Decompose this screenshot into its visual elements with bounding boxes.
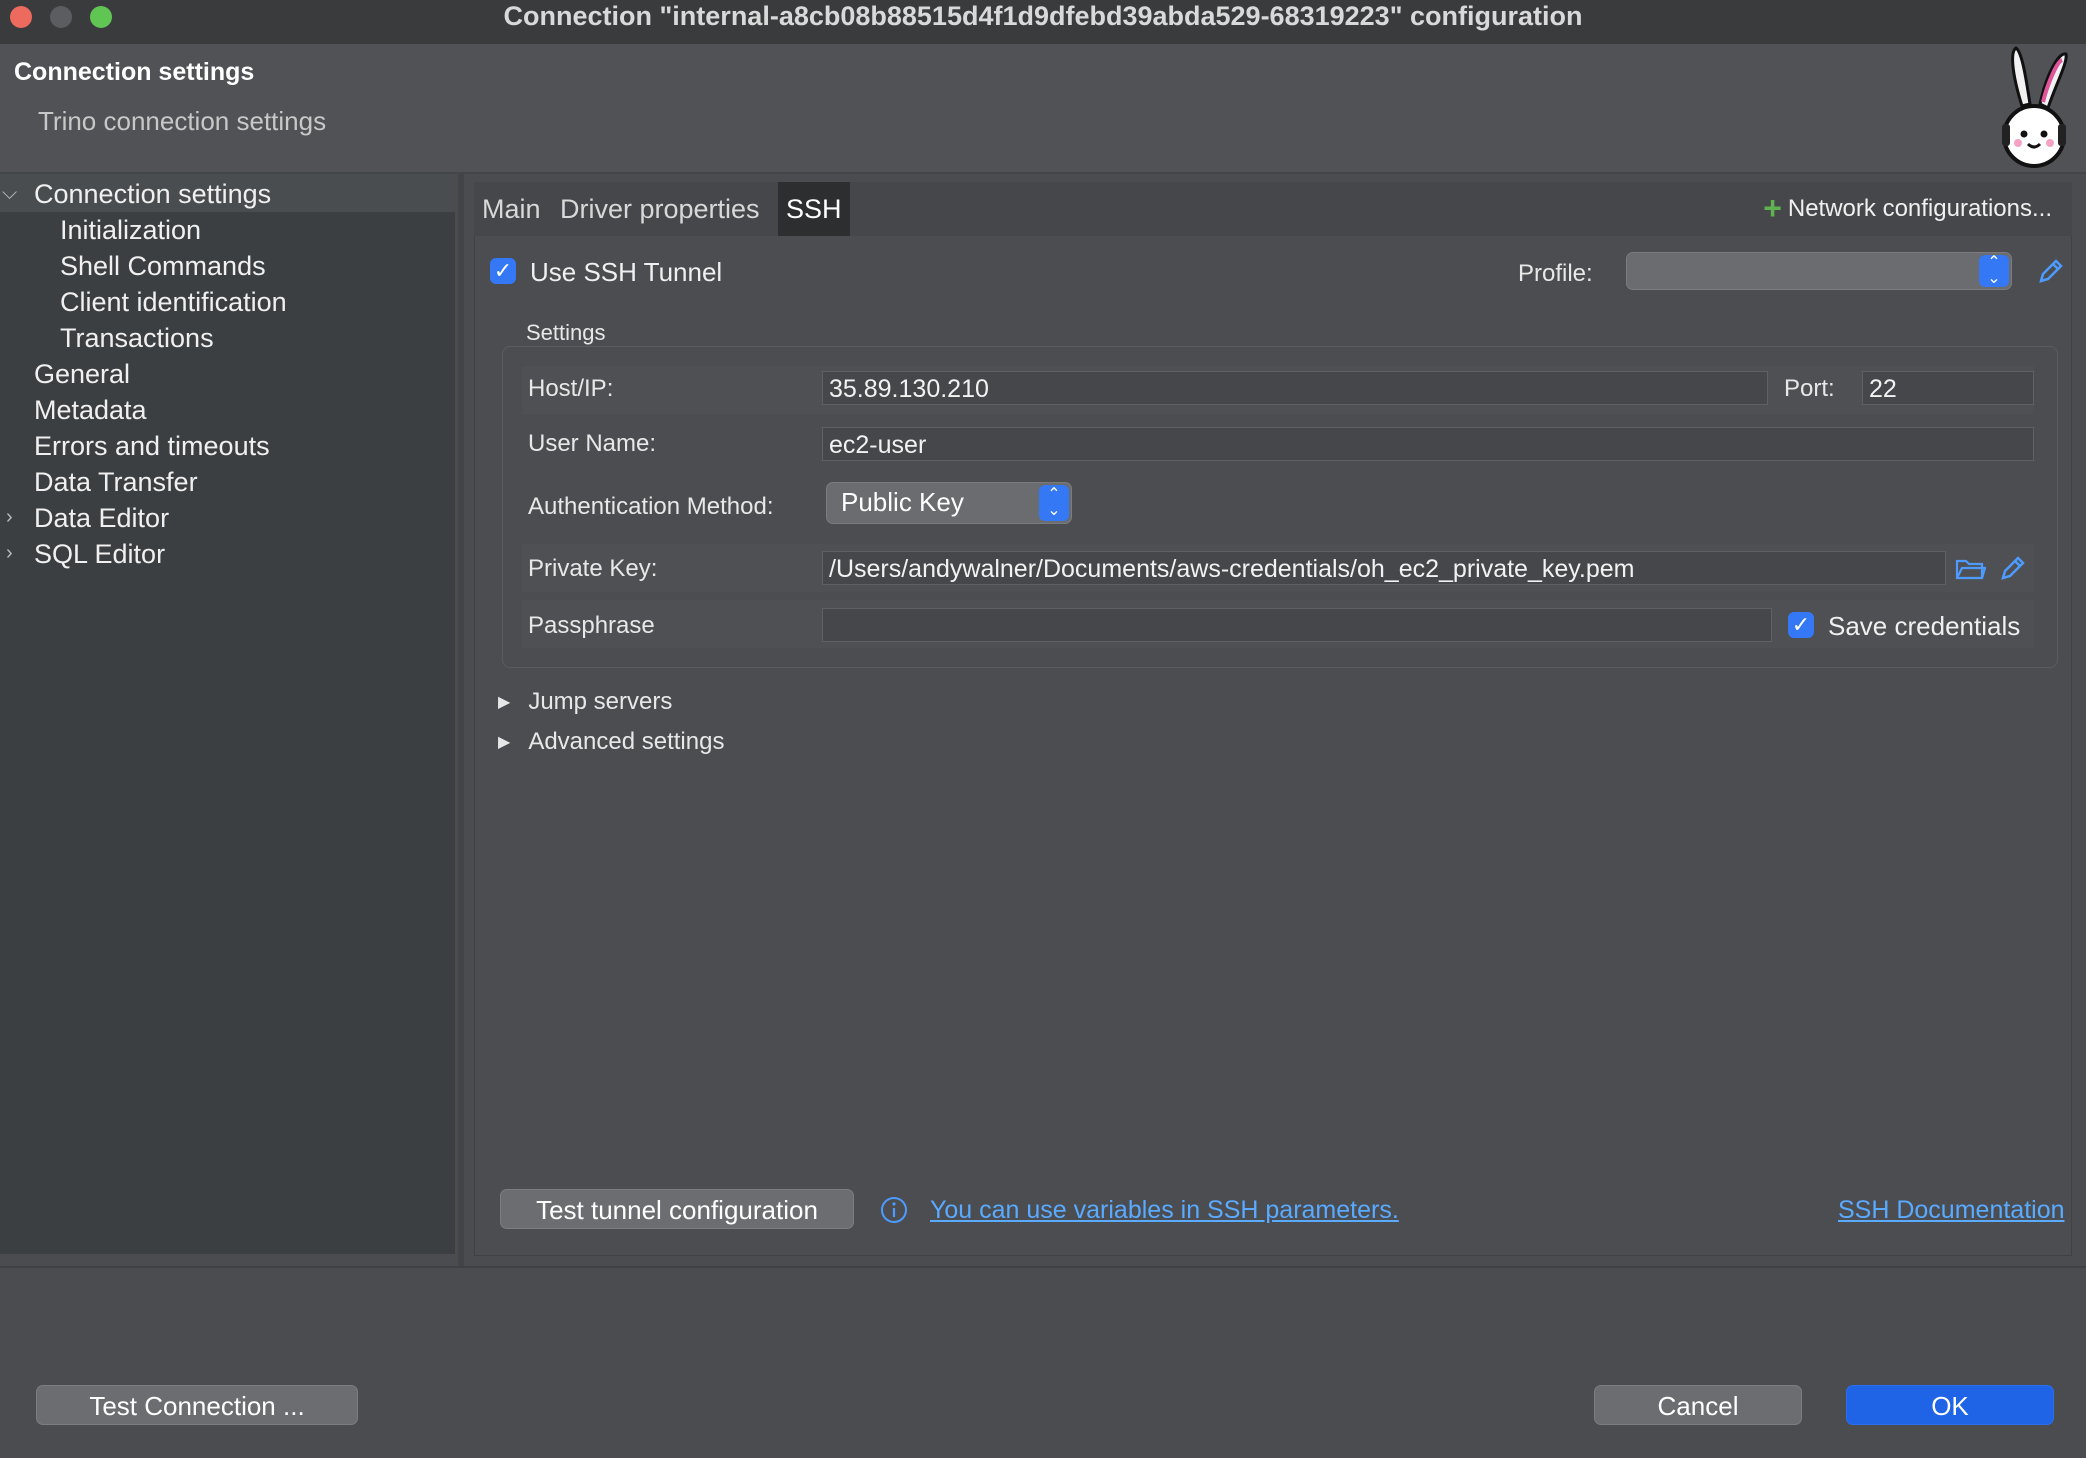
chevron-down-icon[interactable]: ⌵ — [2, 182, 17, 205]
port-input[interactable]: 22 — [1862, 371, 2034, 405]
chevron-right-icon[interactable]: › — [6, 542, 13, 565]
jump-servers-label: Jump servers — [528, 688, 673, 715]
folder-open-icon[interactable] — [1954, 554, 1986, 584]
passphrase-input[interactable] — [822, 608, 1772, 642]
tree-item-client-identification[interactable]: Client identification — [60, 287, 287, 318]
save-credentials-checkbox[interactable]: ✓ — [1788, 612, 1814, 638]
username-input[interactable]: ec2-user — [822, 427, 2034, 461]
advanced-settings-expander[interactable]: ▶ Advanced settings — [498, 728, 724, 756]
auth-method-select[interactable]: Public Key ⌃ ⌄ — [826, 482, 1072, 524]
tree-item-connection-settings[interactable]: Connection settings — [34, 179, 271, 210]
footer-divider — [0, 1266, 2086, 1268]
private-key-label: Private Key: — [528, 555, 658, 582]
window-title: Connection "internal-a8cb08b88515d4f1d9d… — [503, 1, 1583, 31]
tab-ssh[interactable]: SSH — [778, 182, 850, 236]
ssh-variables-link[interactable]: You can use variables in SSH parameters. — [930, 1196, 1399, 1225]
test-tunnel-button[interactable]: Test tunnel configuration — [500, 1189, 854, 1229]
info-icon — [881, 1197, 907, 1223]
advanced-settings-label: Advanced settings — [528, 728, 725, 755]
tree-item-sql-editor[interactable]: SQL Editor — [34, 539, 165, 570]
tree-item-general[interactable]: General — [34, 359, 130, 390]
network-configurations-button[interactable]: + Network configurations... — [1763, 190, 2052, 227]
plus-icon: + — [1763, 190, 1782, 226]
ssh-documentation-link[interactable]: SSH Documentation — [1838, 1196, 2065, 1225]
auth-method-label: Authentication Method: — [528, 493, 774, 520]
edit-key-pencil-icon[interactable] — [1998, 553, 2028, 583]
settings-group-title: Settings — [526, 320, 606, 345]
tab-bar: Main Driver properties SSH + Network conf… — [474, 182, 2072, 236]
dialog-header: Connection settings Trino connection set… — [0, 44, 2086, 174]
host-input[interactable]: 35.89.130.210 — [822, 371, 1768, 405]
bunny-mascot-icon — [2002, 46, 2068, 168]
splitter[interactable] — [458, 174, 464, 1266]
use-ssh-tunnel-label: Use SSH Tunnel — [530, 257, 723, 287]
save-credentials-label: Save credentials — [1828, 611, 2021, 641]
header-title: Connection settings — [14, 58, 255, 86]
username-label: User Name: — [528, 430, 657, 457]
triangle-right-icon: ▶ — [498, 694, 511, 711]
edit-profile-pencil-icon[interactable] — [2036, 256, 2066, 286]
tree-item-data-transfer[interactable]: Data Transfer — [34, 467, 198, 498]
test-connection-button[interactable]: Test Connection ... — [36, 1385, 358, 1425]
jump-servers-expander[interactable]: ▶ Jump servers — [498, 688, 672, 716]
host-label: Host/IP: — [528, 375, 614, 402]
private-key-input[interactable]: /Users/andywalner/Documents/aws-credenti… — [822, 551, 1946, 585]
profile-select[interactable]: ⌃ ⌄ — [1626, 252, 2012, 290]
triangle-right-icon: ▶ — [498, 734, 511, 751]
tree-item-metadata[interactable]: Metadata — [34, 395, 147, 426]
tab-driver-properties[interactable]: Driver properties — [552, 182, 768, 236]
profile-label: Profile: — [1518, 260, 1593, 287]
cancel-button[interactable]: Cancel — [1594, 1385, 1802, 1425]
tree-item-errors-and-timeouts[interactable]: Errors and timeouts — [34, 431, 270, 462]
tab-main[interactable]: Main — [474, 182, 549, 236]
title-bar: Connection "internal-a8cb08b88515d4f1d9d… — [0, 0, 2086, 45]
passphrase-label: Passphrase — [528, 612, 655, 639]
tree-item-transactions[interactable]: Transactions — [60, 323, 214, 354]
auth-method-value: Public Key — [841, 487, 964, 517]
use-ssh-tunnel-checkbox[interactable]: ✓ — [490, 258, 516, 284]
select-arrows-icon: ⌃ ⌄ — [1039, 485, 1069, 521]
select-arrows-icon: ⌃ ⌄ — [1979, 255, 2009, 287]
tree-item-shell-commands[interactable]: Shell Commands — [60, 251, 266, 282]
tree-item-data-editor[interactable]: Data Editor — [34, 503, 169, 534]
chevron-right-icon[interactable]: › — [6, 506, 13, 529]
ok-button[interactable]: OK — [1846, 1385, 2054, 1425]
tree-item-initialization[interactable]: Initialization — [60, 215, 201, 246]
port-label: Port: — [1784, 375, 1835, 402]
network-configurations-label: Network configurations... — [1787, 195, 2052, 222]
ssh-panel — [474, 182, 2072, 1256]
header-subtitle: Trino connection settings — [38, 106, 327, 136]
